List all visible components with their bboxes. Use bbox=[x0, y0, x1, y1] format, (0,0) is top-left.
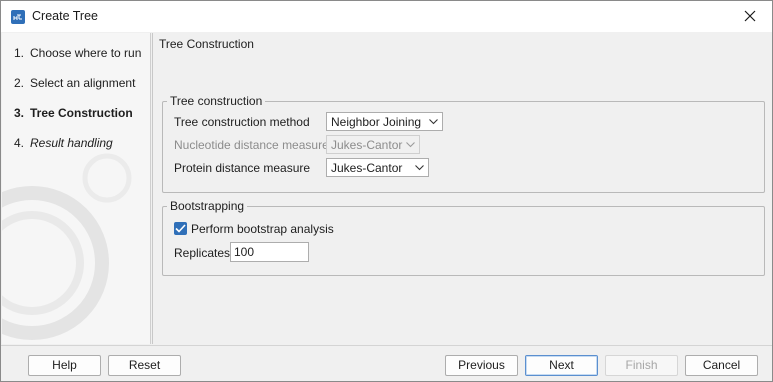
reset-button[interactable]: Reset bbox=[108, 355, 181, 376]
protein-dropdown[interactable]: Jukes-Cantor bbox=[326, 158, 429, 177]
wizard-steps-panel: 1. Choose where to run 2. Select an alignm… bbox=[2, 33, 151, 344]
step-result-handling: 4. Result handling bbox=[14, 136, 113, 150]
step-number: 4. bbox=[14, 136, 25, 150]
title-bar[interactable]: Create Tree bbox=[1, 1, 772, 32]
chevron-down-icon bbox=[415, 165, 424, 171]
close-button[interactable] bbox=[728, 1, 772, 32]
app-icon bbox=[11, 10, 25, 24]
step-label: Tree Construction bbox=[30, 106, 133, 120]
close-icon bbox=[744, 10, 756, 22]
step-label: Result handling bbox=[30, 136, 113, 150]
section-title: Tree Construction bbox=[159, 37, 254, 51]
chevron-down-icon bbox=[429, 119, 438, 125]
step-label: Select an alignment bbox=[30, 76, 136, 90]
step-number: 1. bbox=[14, 46, 25, 60]
protein-label: Protein distance measure bbox=[174, 161, 311, 175]
help-button[interactable]: Help bbox=[28, 355, 101, 376]
nucleotide-label: Nucleotide distance measure bbox=[174, 138, 329, 152]
tree-construction-group: Tree construction Tree construction meth… bbox=[162, 94, 765, 193]
method-label: Tree construction method bbox=[174, 115, 310, 129]
nucleotide-value: Jukes-Cantor bbox=[331, 138, 403, 152]
button-bar: Help Reset Previous Next Finish Cancel bbox=[1, 345, 772, 381]
next-button[interactable]: Next bbox=[525, 355, 598, 376]
previous-button[interactable]: Previous bbox=[445, 355, 518, 376]
method-dropdown[interactable]: Neighbor Joining bbox=[326, 112, 443, 131]
main-panel: Tree Construction Tree construction Tree… bbox=[152, 33, 772, 344]
replicates-input[interactable]: 100 bbox=[230, 242, 309, 262]
cancel-button[interactable]: Cancel bbox=[685, 355, 758, 376]
group-legend: Bootstrapping bbox=[167, 199, 248, 213]
step-number: 2. bbox=[14, 76, 25, 90]
create-tree-dialog: Create Tree 1. Choose where to run 2. Sele… bbox=[0, 0, 773, 382]
step-number: 3. bbox=[14, 106, 25, 120]
method-value: Neighbor Joining bbox=[331, 115, 422, 129]
step-choose-where-to-run: 1. Choose where to run bbox=[14, 46, 141, 60]
checkmark-icon bbox=[175, 224, 186, 233]
finish-button[interactable]: Finish bbox=[605, 355, 678, 376]
bootstrap-checkbox[interactable] bbox=[174, 222, 187, 235]
bootstrap-checkbox-label[interactable]: Perform bootstrap analysis bbox=[191, 222, 334, 236]
step-label: Choose where to run bbox=[30, 46, 142, 60]
chevron-down-icon bbox=[406, 142, 415, 148]
nucleotide-dropdown[interactable]: Jukes-Cantor bbox=[326, 135, 420, 154]
step-tree-construction: 3. Tree Construction bbox=[14, 106, 133, 120]
replicates-label: Replicates bbox=[174, 246, 231, 260]
bootstrapping-group: Bootstrapping Perform bootstrap analysis… bbox=[162, 199, 765, 276]
binary-watermark-icon bbox=[2, 153, 132, 340]
protein-value: Jukes-Cantor bbox=[331, 161, 403, 175]
group-legend: Tree construction bbox=[167, 94, 266, 108]
window-title: Create Tree bbox=[32, 9, 99, 23]
step-select-alignment: 2. Select an alignment bbox=[14, 76, 135, 90]
